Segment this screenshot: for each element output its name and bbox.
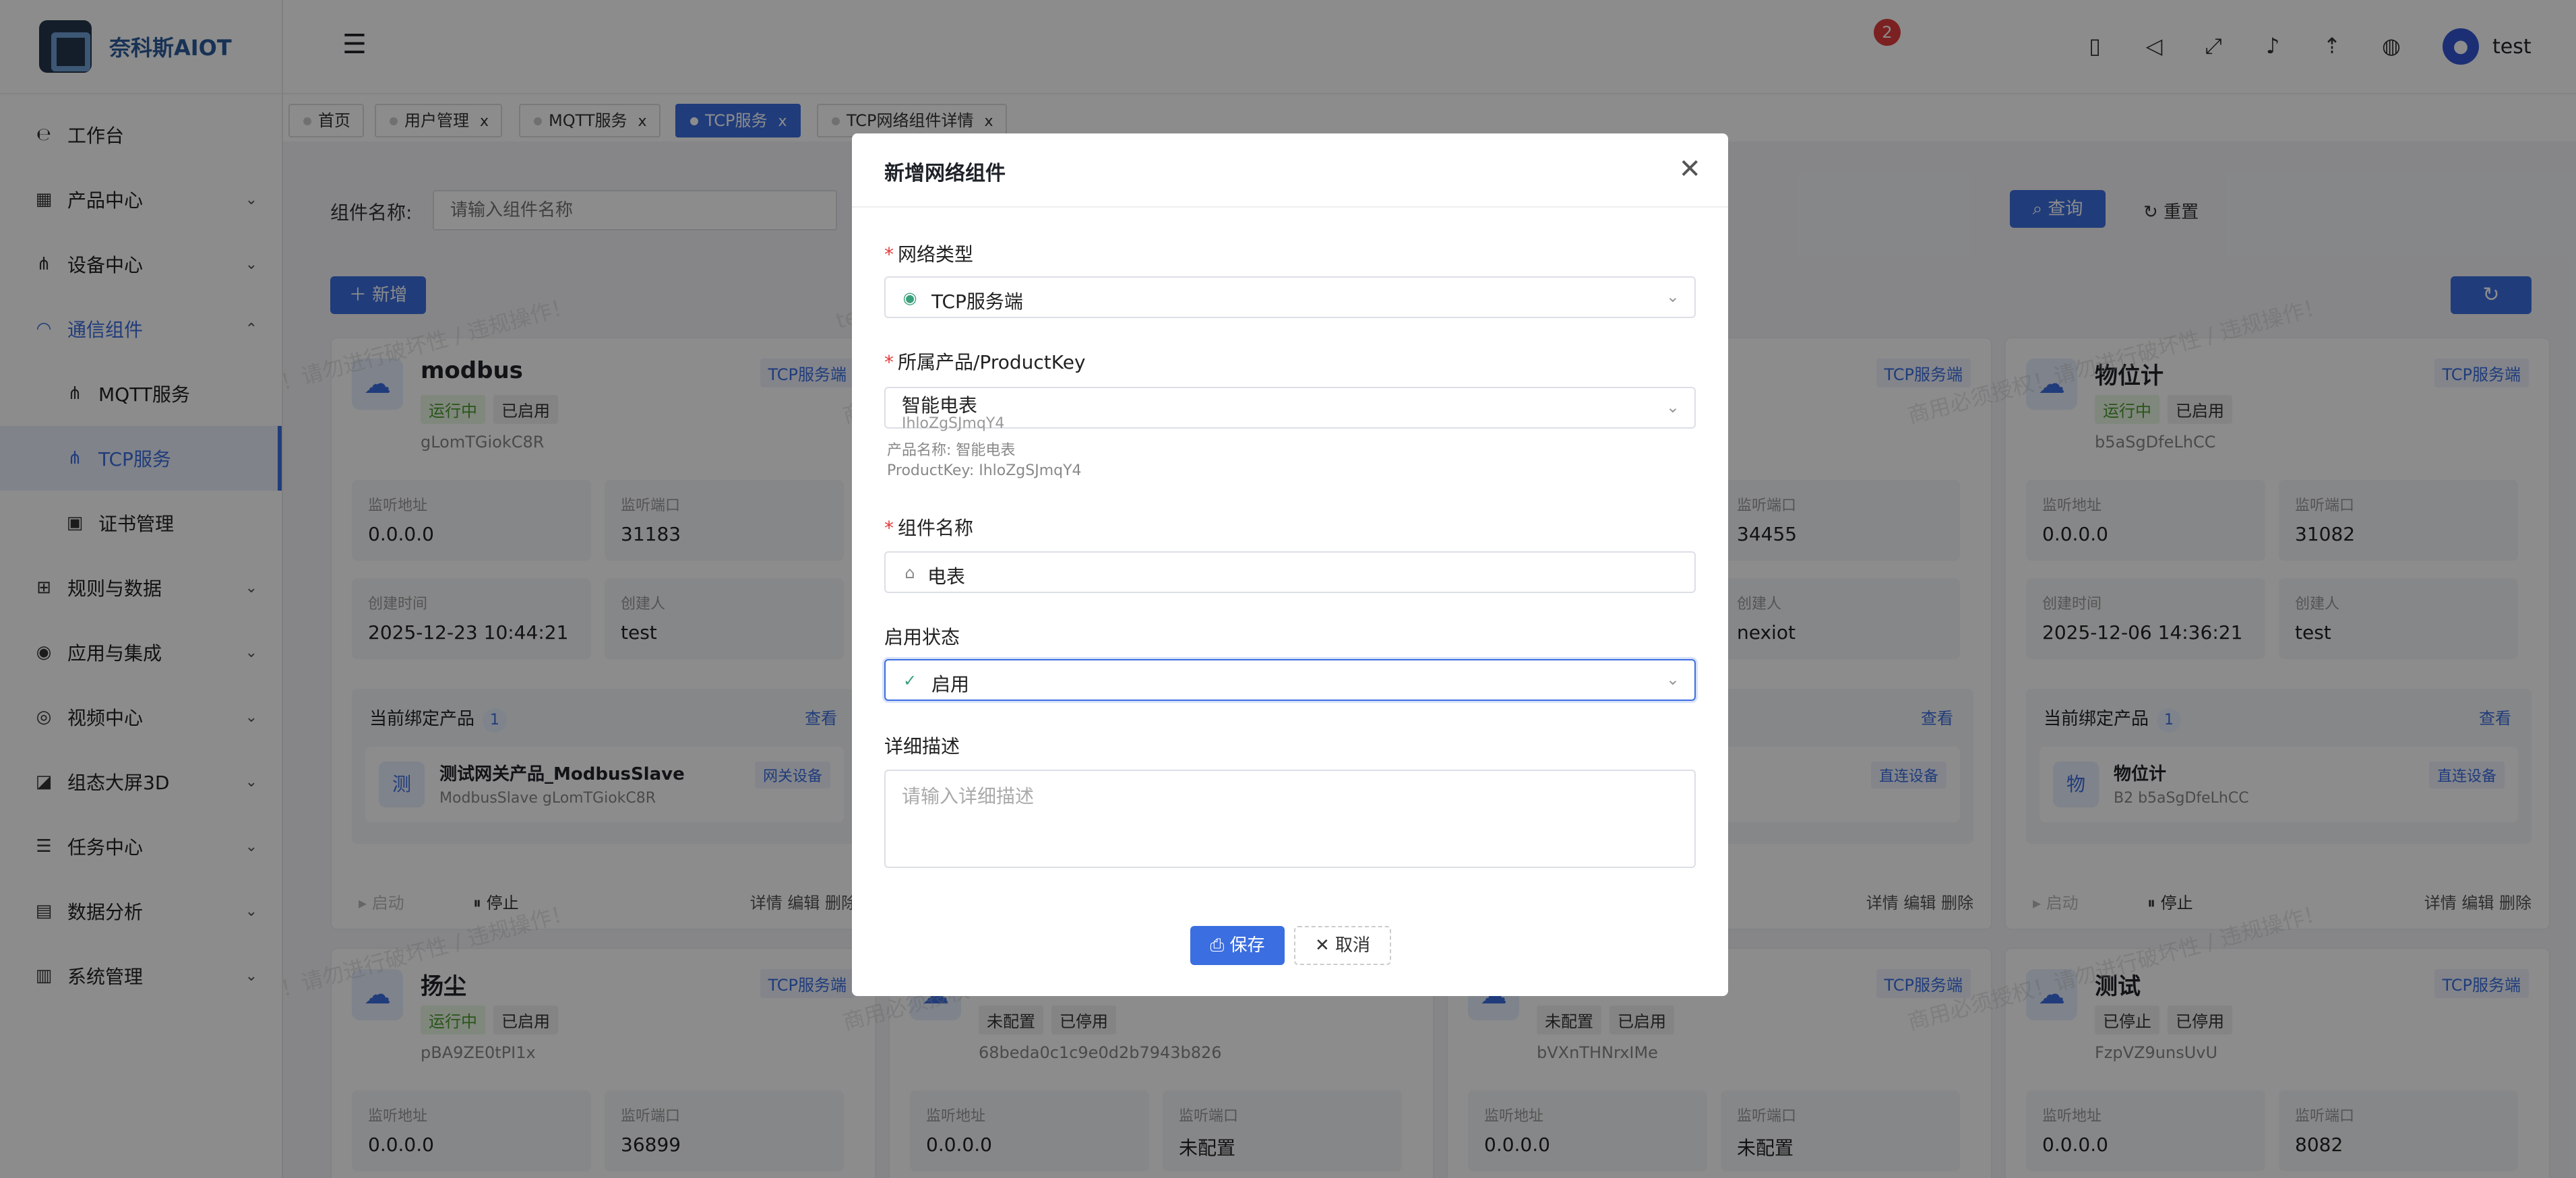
network-type-select[interactable]: ◉ TCP服务端 ⌄ — [884, 276, 1696, 318]
chevron-down-icon: ⌄ — [1665, 398, 1680, 416]
component-name-field[interactable]: ⌂ 电表 — [884, 551, 1696, 593]
enable-status-label: 启用状态 — [884, 626, 960, 648]
component-name-label: * 组件名称 — [884, 517, 974, 539]
product-hint-key: ProductKey: IhloZgSJmqY4 — [887, 462, 1082, 479]
product-select[interactable]: 智能电表 IhloZgSJmqY4 ⌄ — [884, 387, 1696, 432]
check-circle-icon: ✓ — [902, 671, 917, 690]
save-button[interactable]: ⎙ 保存 — [1190, 926, 1285, 965]
chevron-down-icon: ⌄ — [1665, 670, 1680, 689]
description-label: 详细描述 — [884, 735, 960, 757]
network-icon: ◉ — [902, 288, 917, 307]
tag-icon: ⌂ — [904, 563, 915, 582]
product-hint-name: 产品名称: 智能电表 — [887, 442, 1016, 459]
dialog-header: 新增网络组件 ✕ — [852, 133, 1728, 208]
close-icon[interactable]: ✕ — [1678, 154, 1701, 185]
enable-status-select[interactable]: ✓ 启用 ⌄ — [884, 659, 1696, 701]
chevron-down-icon: ⌄ — [1665, 287, 1680, 306]
dialog-title: 新增网络组件 — [884, 162, 1006, 185]
create-component-dialog: 新增网络组件 ✕ * 网络类型 ◉ TCP服务端 ⌄ * 所属产品/ProductK… — [852, 133, 1728, 996]
description-textarea[interactable]: 请输入详细描述 — [884, 770, 1696, 868]
cancel-button[interactable]: ✕ 取消 — [1294, 926, 1391, 965]
network-type-label: * 网络类型 — [884, 243, 974, 266]
product-label: * 所属产品/ProductKey — [884, 351, 1086, 373]
